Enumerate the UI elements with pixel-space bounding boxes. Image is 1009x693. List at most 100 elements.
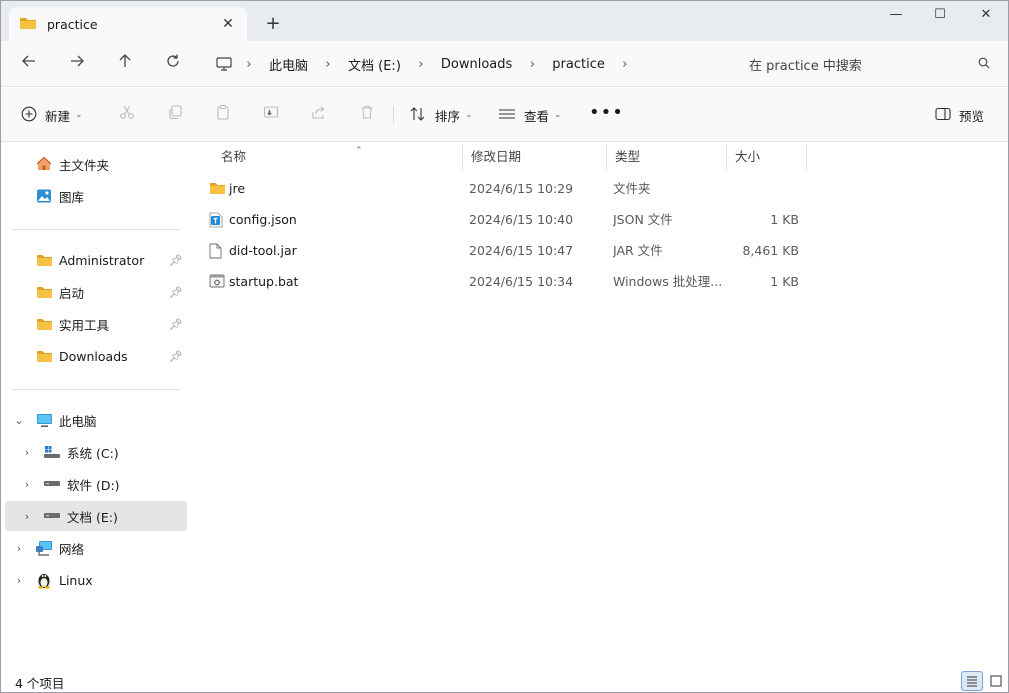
computer-icon xyxy=(35,411,53,429)
refresh-icon[interactable] xyxy=(161,53,185,75)
close-window-button[interactable]: ✕ xyxy=(963,1,1008,31)
minimize-button[interactable]: — xyxy=(873,1,919,31)
chevron-right-icon[interactable]: › xyxy=(613,57,637,72)
home-icon xyxy=(35,155,53,173)
sidebar-item-downloads[interactable]: Downloads 📌︎ xyxy=(5,341,187,371)
cut-icon[interactable] xyxy=(116,104,138,126)
chevron-right-icon[interactable]: › xyxy=(21,446,33,459)
pin-icon[interactable]: 📌︎ xyxy=(169,286,183,299)
sidebar-item-administrator[interactable]: Administrator 📌︎ xyxy=(5,245,187,275)
sidebar-item-label: 主文件夹 xyxy=(59,157,110,173)
tab-practice[interactable]: practice ✕ xyxy=(9,7,247,41)
up-arrow-icon[interactable] xyxy=(113,53,137,75)
search-input[interactable]: 在 practice 中搜索 xyxy=(737,49,999,79)
new-button-label: 新建 xyxy=(45,108,71,124)
breadcrumb-this-pc[interactable]: 此电脑 xyxy=(261,55,316,74)
sidebar-item-utilities[interactable]: 实用工具 📌︎ xyxy=(5,309,187,339)
file-row-jre[interactable]: jre 2024/6/15 10:29 文件夹 xyxy=(203,174,807,204)
preview-button[interactable]: 预览 xyxy=(935,103,984,127)
file-row-config-json[interactable]: config.json 2024/6/15 10:40 JSON 文件 1 KB xyxy=(203,205,807,235)
sidebar-divider xyxy=(13,389,179,390)
paste-icon[interactable] xyxy=(212,104,234,126)
new-button[interactable]: 新建 ⌄ xyxy=(21,103,83,127)
view-button-label: 查看 xyxy=(524,108,550,124)
sidebar-divider xyxy=(13,229,179,230)
item-count: 4 个项目 xyxy=(15,676,65,691)
tab-title: practice xyxy=(47,16,98,32)
file-row-startup-bat[interactable]: startup.bat 2024/6/15 10:34 Windows 批处理.… xyxy=(203,267,807,297)
folder-icon xyxy=(35,251,53,269)
pin-icon[interactable]: 📌︎ xyxy=(169,350,183,363)
sidebar-item-label: 启动 xyxy=(59,285,85,301)
search-icon[interactable] xyxy=(969,57,999,72)
column-header-label: 类型 xyxy=(615,149,641,164)
preview-pane-icon xyxy=(935,107,951,124)
file-type: JAR 文件 xyxy=(613,243,663,258)
sidebar-item-label: 图库 xyxy=(59,189,85,205)
drive-icon xyxy=(43,475,61,493)
breadcrumb-downloads[interactable]: Downloads xyxy=(433,57,520,72)
sort-button-label: 排序 xyxy=(435,108,461,124)
sidebar-item-drive-e[interactable]: › 文档 (E:) xyxy=(5,501,187,531)
navigation-pane: 主文件夹 图库 Administrator 📌︎ 启动 📌︎ 实用工具 📌︎ D… xyxy=(1,143,191,668)
folder-icon xyxy=(35,347,53,365)
copy-icon[interactable] xyxy=(164,104,186,126)
chevron-down-icon: ⌄ xyxy=(465,110,473,120)
share-icon[interactable] xyxy=(308,104,330,126)
gallery-icon xyxy=(35,187,53,205)
sidebar-item-label: Administrator xyxy=(59,252,145,268)
breadcrumb: › 此电脑 › 文档 (E:) › Downloads › practice › xyxy=(211,49,677,79)
more-options-icon[interactable]: ••• xyxy=(589,100,624,124)
chevron-right-icon[interactable]: › xyxy=(409,57,433,72)
sidebar-item-this-pc[interactable]: ⌄ 此电脑 xyxy=(5,405,187,435)
back-arrow-icon[interactable] xyxy=(17,53,41,75)
rename-icon[interactable] xyxy=(260,104,282,126)
breadcrumb-drive-e[interactable]: 文档 (E:) xyxy=(340,55,409,74)
maximize-button[interactable]: ☐ xyxy=(917,1,963,31)
file-date: 2024/6/15 10:29 xyxy=(469,181,574,196)
file-explorer-window: practice ✕ + — ☐ ✕ › 此电脑 › 文档 (E:) › Dow… xyxy=(0,0,1009,693)
chevron-right-icon[interactable]: › xyxy=(520,57,544,72)
large-icons-view-icon[interactable] xyxy=(985,671,1007,691)
sidebar-item-home[interactable]: 主文件夹 xyxy=(5,149,187,179)
chevron-right-icon[interactable]: › xyxy=(13,574,25,587)
plus-circle-icon xyxy=(21,106,37,125)
forward-arrow-icon[interactable] xyxy=(65,53,89,75)
breadcrumb-practice[interactable]: practice xyxy=(544,57,613,72)
sidebar-item-drive-c[interactable]: › 系统 (C:) xyxy=(5,437,187,467)
details-view-icon[interactable] xyxy=(961,671,983,691)
chevron-right-icon[interactable]: › xyxy=(21,510,33,523)
preview-button-label: 预览 xyxy=(959,108,985,124)
pin-icon[interactable]: 📌︎ xyxy=(169,318,183,331)
sort-ascending-icon: ⌃ xyxy=(355,146,363,156)
column-header-size[interactable]: 大小 xyxy=(727,143,807,171)
column-header-name[interactable]: ⌃ 名称 xyxy=(213,143,463,171)
sidebar-item-drive-d[interactable]: › 软件 (D:) xyxy=(5,469,187,499)
network-icon xyxy=(35,539,53,557)
chevron-right-icon[interactable]: › xyxy=(13,542,25,555)
column-header-date[interactable]: 修改日期 xyxy=(463,143,607,171)
chevron-down-icon[interactable]: ⌄ xyxy=(13,414,25,427)
chevron-right-icon[interactable]: › xyxy=(316,57,340,72)
sort-button[interactable]: 排序 ⌄ xyxy=(409,103,473,127)
sidebar-item-startup[interactable]: 启动 📌︎ xyxy=(5,277,187,307)
pin-icon[interactable]: 📌︎ xyxy=(169,254,183,267)
file-name: did-tool.jar xyxy=(229,243,297,258)
sidebar-item-network[interactable]: › 网络 xyxy=(5,533,187,563)
new-tab-button[interactable]: + xyxy=(263,14,283,34)
chevron-down-icon: ⌄ xyxy=(75,110,83,120)
file-row-did-tool-jar[interactable]: did-tool.jar 2024/6/15 10:47 JAR 文件 8,46… xyxy=(203,236,807,266)
folder-icon xyxy=(209,181,225,197)
sidebar-item-linux[interactable]: › Linux xyxy=(5,565,187,595)
sidebar-item-gallery[interactable]: 图库 xyxy=(5,181,187,211)
chevron-right-icon[interactable]: › xyxy=(21,478,33,491)
delete-icon[interactable] xyxy=(356,104,378,126)
computer-icon[interactable] xyxy=(211,49,237,79)
view-button[interactable]: 查看 ⌄ xyxy=(498,103,562,127)
file-date: 2024/6/15 10:47 xyxy=(469,243,574,258)
chevron-right-icon[interactable]: › xyxy=(237,57,261,72)
close-tab-icon[interactable]: ✕ xyxy=(219,15,237,33)
column-header-type[interactable]: 类型 xyxy=(607,143,727,171)
folder-icon xyxy=(35,315,53,333)
chevron-down-icon: ⌄ xyxy=(554,110,562,120)
